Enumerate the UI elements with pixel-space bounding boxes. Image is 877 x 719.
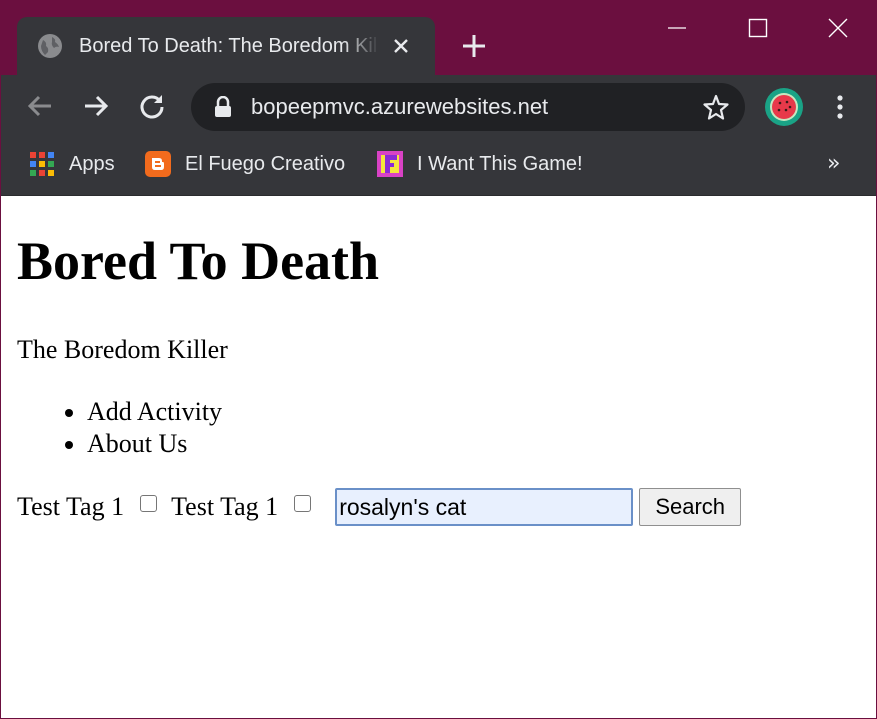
web-page: Bored To Death The Boredom Killer Add Ac… — [1, 196, 876, 718]
tag-label: Test Tag 1 — [171, 492, 279, 521]
bookmark-i-want-this-game[interactable]: I Want This Game! — [377, 149, 583, 179]
browser-menu-icon[interactable] — [827, 91, 853, 123]
maximize-icon[interactable] — [728, 11, 788, 45]
profile-avatar-icon[interactable] — [765, 88, 803, 126]
back-icon[interactable] — [23, 89, 57, 123]
nav-item-add-activity[interactable]: Add Activity — [87, 396, 222, 428]
bookmark-apps[interactable]: Apps — [29, 149, 115, 179]
more-bookmarks-icon[interactable]: » — [827, 151, 840, 176]
nav-item-about-us[interactable]: About Us — [87, 428, 222, 460]
page-subtitle: The Boredom Killer — [17, 335, 228, 364]
title-bar: Bored To Death: The Boredom Killer — [1, 1, 876, 75]
url-text[interactable]: bopeepmvc.azurewebsites.net — [251, 94, 548, 120]
tab-title: Bored To Death: The Boredom Killer — [79, 34, 379, 57]
bookmarks-bar: Apps El Fuego Creativo I Want This Game!… — [1, 137, 876, 196]
minimize-icon[interactable] — [647, 11, 707, 45]
close-window-icon[interactable] — [808, 11, 868, 45]
browser-window: Bored To Death: The Boredom Killer bopee… — [0, 0, 877, 719]
bookmark-star-icon[interactable] — [703, 94, 729, 120]
apps-grid-icon — [29, 151, 55, 177]
search-input[interactable] — [335, 488, 634, 526]
lock-icon[interactable] — [213, 95, 233, 118]
bookmark-label: I Want This Game! — [417, 152, 583, 175]
globe-icon — [37, 33, 63, 59]
reload-icon[interactable] — [135, 89, 169, 123]
forward-icon[interactable] — [79, 89, 113, 123]
browser-tab[interactable]: Bored To Death: The Boredom Killer — [17, 17, 435, 75]
blogger-icon — [145, 151, 171, 177]
new-tab-icon[interactable] — [459, 31, 489, 61]
browser-toolbar: bopeepmvc.azurewebsites.net — [1, 75, 876, 137]
tag-label: Test Tag 1 — [17, 492, 125, 521]
game-icon — [377, 151, 403, 177]
bookmark-label: Apps — [69, 152, 115, 175]
page-title: Bored To Death — [17, 231, 380, 291]
tag-checkbox[interactable] — [140, 494, 158, 512]
search-form: Test Tag 1 Test Tag 1 Search — [17, 488, 742, 526]
close-tab-icon[interactable] — [389, 34, 413, 58]
bookmark-el-fuego-creativo[interactable]: El Fuego Creativo — [145, 149, 345, 179]
address-bar[interactable]: bopeepmvc.azurewebsites.net — [191, 83, 745, 131]
tag-checkbox[interactable] — [294, 494, 312, 512]
search-button[interactable]: Search — [639, 488, 742, 526]
bookmark-label: El Fuego Creativo — [185, 152, 346, 175]
nav-list: Add Activity About Us — [47, 396, 222, 460]
